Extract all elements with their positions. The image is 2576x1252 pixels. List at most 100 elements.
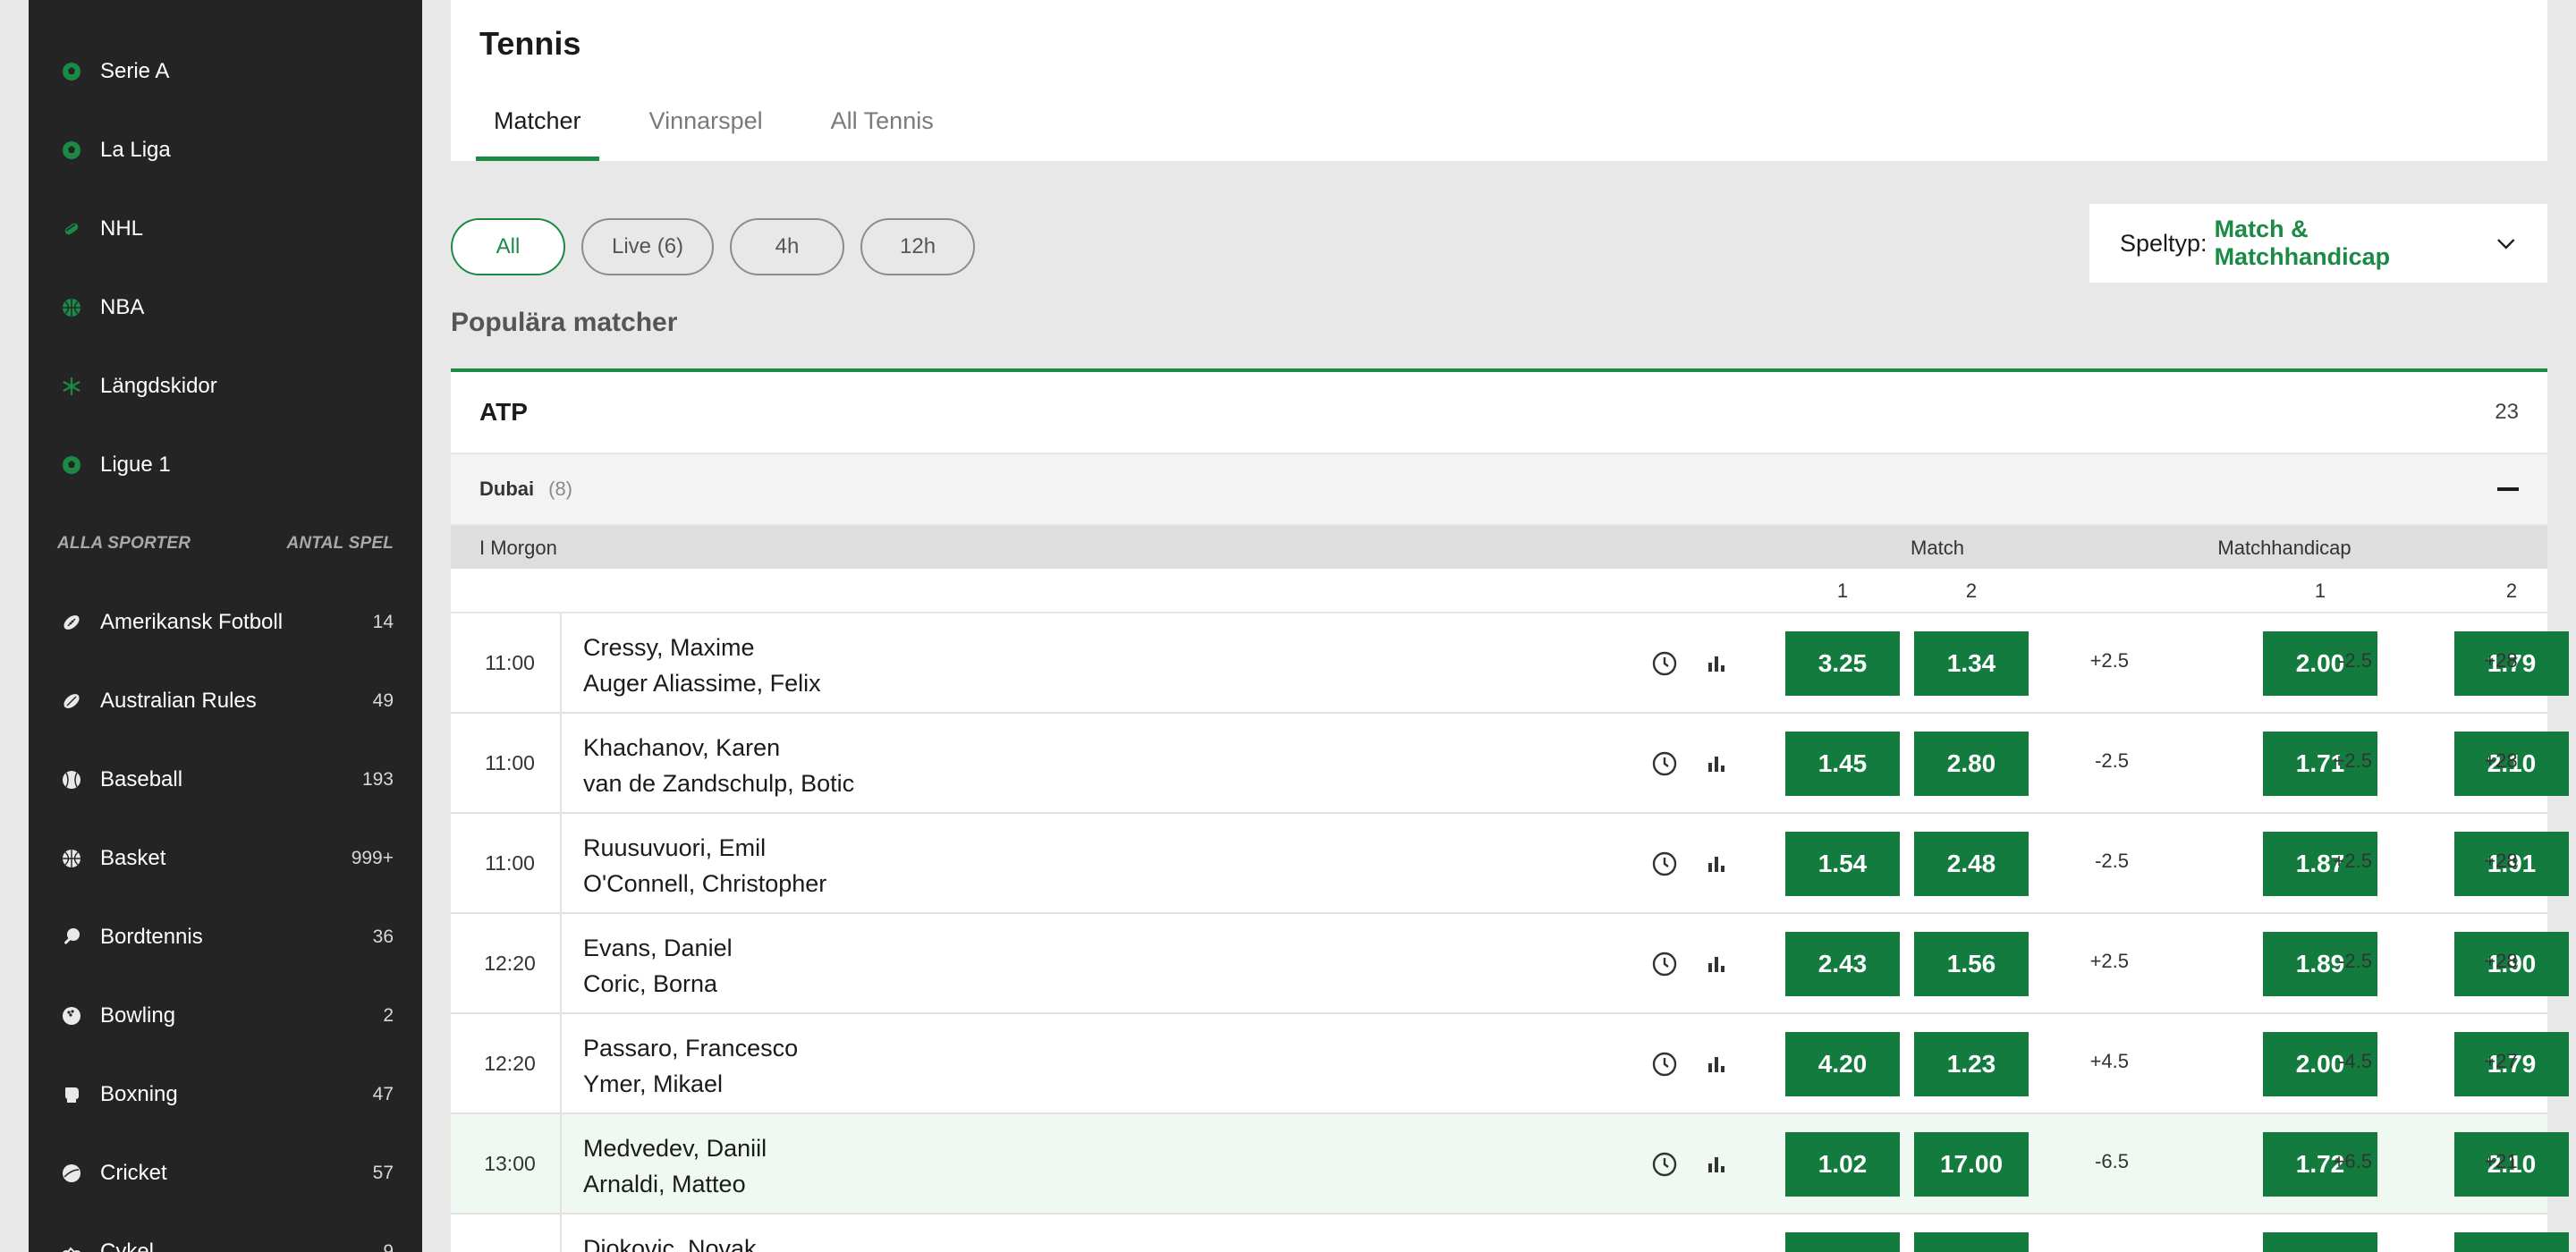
clock-icon[interactable] <box>1651 1051 1678 1078</box>
tab-matcher[interactable]: Matcher <box>476 97 599 161</box>
table-row[interactable]: 13:00 Medvedev, Daniil Arnaldi, Matteo 1.02… <box>451 1114 2569 1214</box>
table-row[interactable]: 12:20 Evans, Daniel Coric, Borna 2.43 1.56 +2… <box>451 914 2569 1014</box>
table-row[interactable]: 11:00 Khachanov, Karen van de Zandschulp, … <box>451 714 2569 814</box>
sidebar-item-bowling[interactable]: Bowling 2 <box>29 977 422 1055</box>
odds-button-handicap-1[interactable] <box>2263 1232 2377 1252</box>
clock-icon[interactable] <box>1651 1151 1678 1178</box>
sidebar-item-australian-rules[interactable]: Australian Rules 49 <box>29 662 422 740</box>
more-markets-link[interactable]: +21 <box>2474 1150 2528 1173</box>
sidebar-item-nba[interactable]: NBA <box>29 268 422 347</box>
sidebar-item-count: 47 <box>372 1084 394 1104</box>
time-filters: All Live (6) 4h 12h <box>451 218 976 275</box>
home-player: Khachanov, Karen <box>583 734 781 761</box>
table-row[interactable]: 11:00 Cressy, Maxime Auger Aliassime, Feli… <box>451 613 2569 714</box>
match-teams[interactable]: Djokovic, Novak <box>583 1231 757 1252</box>
filter-pill-live-6[interactable]: Live (6) <box>581 218 715 275</box>
table-row[interactable]: Djokovic, Novak <box>451 1214 2569 1252</box>
game-count-heading: ANTAL SPEL <box>286 534 394 553</box>
statistics-icon[interactable] <box>1703 650 1730 677</box>
match-teams[interactable]: Medvedev, Daniil Arnaldi, Matteo <box>583 1130 767 1202</box>
match-teams[interactable]: Passaro, Francesco Ymer, Mikael <box>583 1030 798 1102</box>
filter-pill-all[interactable]: All <box>451 218 565 275</box>
away-player: Auger Aliassime, Felix <box>583 670 821 697</box>
filter-pill-4h[interactable]: 4h <box>730 218 845 275</box>
basketball-icon <box>57 293 86 322</box>
match-time: 13:00 <box>451 1114 562 1213</box>
statistics-icon[interactable] <box>1703 750 1730 777</box>
clock-icon[interactable] <box>1651 650 1678 677</box>
sidebar-item-nhl[interactable]: NHL <box>29 190 422 268</box>
tab-vinnarspel[interactable]: Vinnarspel <box>631 97 781 161</box>
odds-button-handicap-2[interactable] <box>2454 1232 2569 1252</box>
more-markets-link[interactable]: +28 <box>2474 649 2528 673</box>
handicap-line-1: +4.5 <box>2089 1050 2129 1072</box>
tournament-name: Dubai <box>479 478 535 500</box>
sidebar-item-cykel[interactable]: Cykel 9 <box>29 1213 422 1252</box>
odds-button-match-1[interactable]: 1.45 <box>1785 732 1900 796</box>
sidebar-item-längdskidor[interactable]: Längdskidor <box>29 347 422 426</box>
handicap-outcome-1-header: 1 <box>2314 579 2326 602</box>
league-header[interactable]: ATP 23 <box>451 372 2547 454</box>
sidebar-item-baseball[interactable]: Baseball 193 <box>29 740 422 819</box>
bicycle-icon <box>57 1238 86 1252</box>
tab-all-tennis[interactable]: All Tennis <box>813 97 952 161</box>
match-teams[interactable]: Ruusuvuori, Emil O'Connell, Christopher <box>583 830 826 901</box>
hockey-puck-icon <box>57 215 86 243</box>
away-player: van de Zandschulp, Botic <box>583 770 855 797</box>
statistics-icon[interactable] <box>1703 1151 1730 1178</box>
all-sports-heading: ALLA SPORTER <box>57 534 191 553</box>
bet-type-dropdown[interactable]: Speltyp: Match & Matchhandicap <box>2089 204 2547 283</box>
sidebar-item-ligue-1[interactable]: Ligue 1 <box>29 426 422 504</box>
statistics-icon[interactable] <box>1703 850 1730 877</box>
odds-button-match-2[interactable] <box>1914 1232 2029 1252</box>
collapse-icon[interactable] <box>2497 487 2519 491</box>
tournament-group-header[interactable]: Dubai (8) <box>451 454 2547 526</box>
clock-icon[interactable] <box>1651 750 1678 777</box>
handicap-line-2: +6.5 <box>2333 1150 2372 1172</box>
sidebar-item-basket[interactable]: Basket 999+ <box>29 819 422 898</box>
odds-button-match-2[interactable]: 2.80 <box>1914 732 2029 796</box>
handicap-line-2: -2.5 <box>2338 649 2372 672</box>
table-row[interactable]: 12:20 Passaro, Francesco Ymer, Mikael 4.20 1… <box>451 1014 2569 1114</box>
odds-button-match-2[interactable]: 17.00 <box>1914 1132 2029 1197</box>
table-row[interactable]: 11:00 Ruusuvuori, Emil O'Connell, Christop… <box>451 814 2569 914</box>
more-markets-link[interactable]: +28 <box>2474 950 2528 973</box>
handicap-line-1: +2.5 <box>2089 950 2129 972</box>
sidebar-item-boxning[interactable]: Boxning 47 <box>29 1055 422 1134</box>
match-outcome-2-header: 2 <box>1965 579 1978 602</box>
filter-pill-12h[interactable]: 12h <box>860 218 976 275</box>
handicap-line-1: -2.5 <box>2095 850 2129 872</box>
more-markets-link[interactable]: +28 <box>2474 850 2528 873</box>
sidebar-item-bordtennis[interactable]: Bordtennis 36 <box>29 898 422 977</box>
odds-button-match-1[interactable] <box>1785 1232 1900 1252</box>
sidebar-item-amerikansk-fotboll[interactable]: Amerikansk Fotboll 14 <box>29 583 422 662</box>
odds-button-match-2[interactable]: 1.23 <box>1914 1032 2029 1096</box>
soccer-ball-icon <box>57 451 86 479</box>
sidebar-item-cricket[interactable]: Cricket 57 <box>29 1134 422 1213</box>
home-player: Passaro, Francesco <box>583 1035 799 1062</box>
odds-button-match-1[interactable]: 2.43 <box>1785 932 1900 996</box>
odds-button-match-1[interactable]: 1.02 <box>1785 1132 1900 1197</box>
more-markets-link[interactable]: +28 <box>2474 749 2528 773</box>
odds-button-match-1[interactable]: 3.25 <box>1785 631 1900 696</box>
chevron-down-icon <box>2497 239 2515 250</box>
sidebar-item-serie-a[interactable]: Serie A <box>29 32 422 111</box>
odds-button-match-2[interactable]: 2.48 <box>1914 832 2029 896</box>
sidebar-item-la-liga[interactable]: La Liga <box>29 111 422 190</box>
odds-button-match-1[interactable]: 1.54 <box>1785 832 1900 896</box>
match-teams[interactable]: Evans, Daniel Coric, Borna <box>583 930 733 1002</box>
sidebar-item-label: Serie A <box>100 59 170 83</box>
odds-button-match-2[interactable]: 1.34 <box>1914 631 2029 696</box>
match-teams[interactable]: Cressy, Maxime Auger Aliassime, Felix <box>583 630 821 701</box>
clock-icon[interactable] <box>1651 850 1678 877</box>
sidebar-item-count: 49 <box>372 690 394 711</box>
odds-button-match-2[interactable]: 1.56 <box>1914 932 2029 996</box>
handicap-column-header: Matchhandicap <box>2217 537 2351 559</box>
odds-button-match-1[interactable]: 4.20 <box>1785 1032 1900 1096</box>
statistics-icon[interactable] <box>1703 1051 1730 1078</box>
clock-icon[interactable] <box>1651 951 1678 977</box>
more-markets-link[interactable]: +27 <box>2474 1050 2528 1073</box>
match-teams[interactable]: Khachanov, Karen van de Zandschulp, Botic <box>583 730 854 801</box>
statistics-icon[interactable] <box>1703 951 1730 977</box>
baseball-icon <box>57 766 86 794</box>
